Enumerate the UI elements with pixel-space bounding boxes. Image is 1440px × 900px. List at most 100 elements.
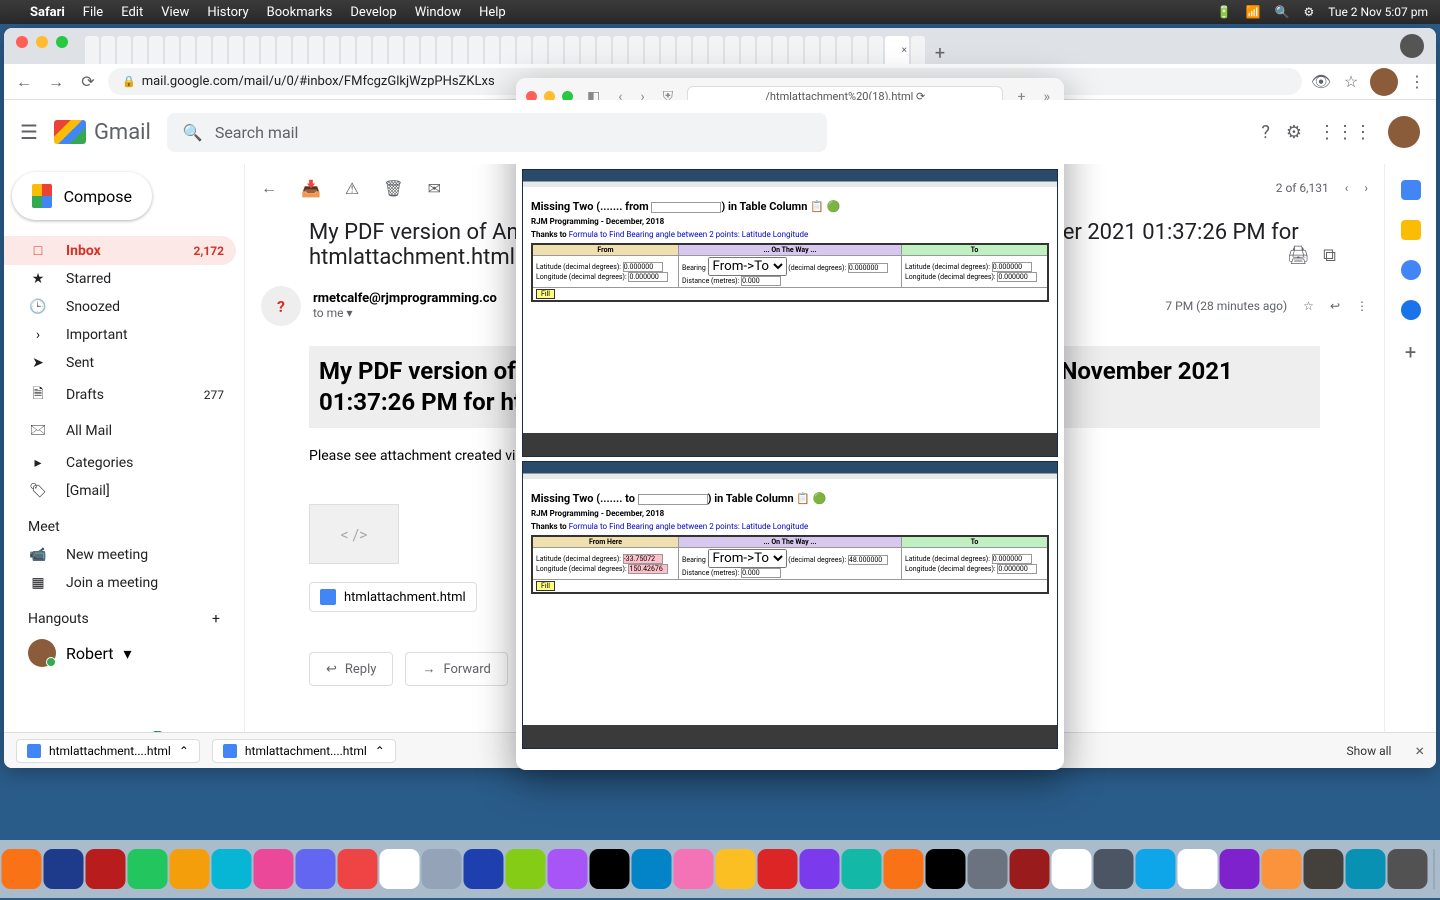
browser-tab[interactable] [741, 36, 755, 64]
menu-edit[interactable]: Edit [121, 5, 143, 20]
browser-tab[interactable] [229, 36, 243, 64]
reply-button[interactable]: ↩ Reply [309, 652, 393, 686]
user-avatar-icon[interactable] [1370, 68, 1398, 96]
browser-tab[interactable] [773, 36, 787, 64]
forward-button[interactable]: → Forward [405, 652, 507, 686]
attachment-preview-box[interactable]: < /> [309, 504, 399, 564]
browser-tab[interactable] [821, 36, 835, 64]
dock-app-icon[interactable] [884, 849, 924, 889]
spotlight-icon[interactable]: 🔍 [1275, 5, 1290, 19]
dock-app-icon[interactable] [590, 849, 630, 889]
back-button[interactable]: ← [12, 72, 36, 92]
browser-tab[interactable] [437, 36, 451, 64]
browser-tab[interactable] [885, 36, 909, 64]
browser-tab[interactable] [677, 36, 691, 64]
control-center-icon[interactable]: ⚙ [1303, 5, 1314, 19]
browser-tab[interactable] [789, 36, 803, 64]
browser-tab[interactable] [725, 36, 739, 64]
browser-tab[interactable] [277, 36, 291, 64]
dock-app-icon[interactable] [380, 849, 420, 889]
download-item[interactable]: htmlattachment....html ⌃ [16, 739, 200, 763]
browser-tab[interactable] [629, 36, 643, 64]
dock-app-icon[interactable] [1388, 849, 1428, 889]
to-line[interactable]: to me ▾ [313, 306, 353, 320]
browser-tab[interactable] [613, 36, 627, 64]
dock-app-icon[interactable] [338, 849, 378, 889]
browser-tab[interactable] [469, 36, 483, 64]
browser-tab[interactable] [149, 36, 163, 64]
dock-app-icon[interactable] [1220, 849, 1260, 889]
browser-tab[interactable] [181, 36, 195, 64]
dock-app-icon[interactable] [422, 849, 462, 889]
browser-tab[interactable] [245, 36, 259, 64]
clock[interactable]: Tue 2 Nov 5:07 pm [1328, 5, 1428, 19]
dock-app-icon[interactable] [1010, 849, 1050, 889]
meet-join-a-meeting[interactable]: ▦Join a meeting [4, 569, 236, 597]
close-downloads-icon[interactable]: × [1415, 741, 1424, 760]
wifi-icon[interactable]: 📶 [1246, 5, 1261, 19]
browser-tab[interactable] [645, 36, 659, 64]
dock-app-icon[interactable] [758, 849, 798, 889]
maximize-window-button[interactable] [56, 36, 68, 48]
chevron-up-icon[interactable]: ⌃ [179, 744, 189, 758]
from-input[interactable] [651, 202, 721, 213]
sidebar-item-allmail[interactable]: 🖂All Mail [4, 413, 236, 449]
gmail-logo[interactable]: Gmail [54, 120, 151, 145]
browser-tab[interactable] [405, 36, 419, 64]
browser-tab[interactable] [853, 36, 867, 64]
battery-icon[interactable]: 🔋 [1217, 5, 1232, 19]
dock-app-icon[interactable] [1346, 849, 1386, 889]
dock-app-icon[interactable] [212, 849, 252, 889]
dock-app-icon[interactable] [716, 849, 756, 889]
browser-tab[interactable] [165, 36, 179, 64]
browser-tab[interactable] [293, 36, 307, 64]
reply-icon[interactable]: ↩ [1330, 299, 1340, 313]
attachment-chip[interactable]: htmlattachment.html [309, 582, 477, 612]
dock-app-icon[interactable] [632, 849, 672, 889]
dock-app-icon[interactable] [1094, 849, 1134, 889]
browser-tab[interactable] [581, 36, 595, 64]
to-input[interactable] [638, 494, 708, 505]
browser-tab[interactable] [197, 36, 211, 64]
delete-icon[interactable]: 🗑 [383, 179, 403, 198]
calendar-icon[interactable] [1401, 180, 1421, 200]
star-icon[interactable]: ☆ [1303, 299, 1314, 313]
browser-tab[interactable] [325, 36, 339, 64]
menu-window[interactable]: Window [415, 5, 461, 20]
chevron-up-icon[interactable]: ⌃ [375, 744, 385, 758]
browser-tab[interactable] [133, 36, 147, 64]
dock-app-icon[interactable] [1052, 849, 1092, 889]
dock-app-icon[interactable] [548, 849, 588, 889]
dock-app-icon[interactable] [1262, 849, 1302, 889]
forward-button[interactable]: → [44, 72, 68, 92]
dock-app-icon[interactable] [86, 849, 126, 889]
dock-app-icon[interactable] [926, 849, 966, 889]
show-all-downloads[interactable]: Show all [1347, 744, 1392, 758]
tasks-icon[interactable] [1401, 260, 1421, 280]
hangout-user[interactable]: Robert ▾ [4, 633, 244, 673]
browser-tab[interactable] [85, 36, 99, 64]
browser-tab[interactable] [757, 36, 771, 64]
browser-tab[interactable] [709, 36, 723, 64]
eye-icon[interactable]: 👁 [1310, 72, 1332, 91]
browser-tab[interactable] [389, 36, 403, 64]
back-arrow-icon[interactable]: ← [261, 178, 277, 198]
browser-tab[interactable] [357, 36, 371, 64]
prev-mail-icon[interactable]: ‹ [1345, 181, 1349, 195]
browser-tab[interactable] [693, 36, 707, 64]
menu-develop[interactable]: Develop [350, 5, 396, 20]
browser-tab[interactable] [549, 36, 563, 64]
dock-app-icon[interactable] [842, 849, 882, 889]
chrome-menu-icon[interactable]: ⋮ [1406, 72, 1428, 91]
browser-tab[interactable] [597, 36, 611, 64]
dock-app-icon[interactable] [2, 849, 42, 889]
sidebar-item-starred[interactable]: ★Starred [4, 265, 236, 293]
browser-tab[interactable] [261, 36, 275, 64]
dock-app-icon[interactable] [44, 849, 84, 889]
open-new-icon[interactable]: ⧉ [1323, 245, 1336, 266]
menu-bookmarks[interactable]: Bookmarks [267, 5, 333, 20]
browser-tab[interactable] [101, 36, 115, 64]
dock-app-icon[interactable] [128, 849, 168, 889]
browser-tab[interactable] [309, 36, 323, 64]
dock-app-icon[interactable] [170, 849, 210, 889]
